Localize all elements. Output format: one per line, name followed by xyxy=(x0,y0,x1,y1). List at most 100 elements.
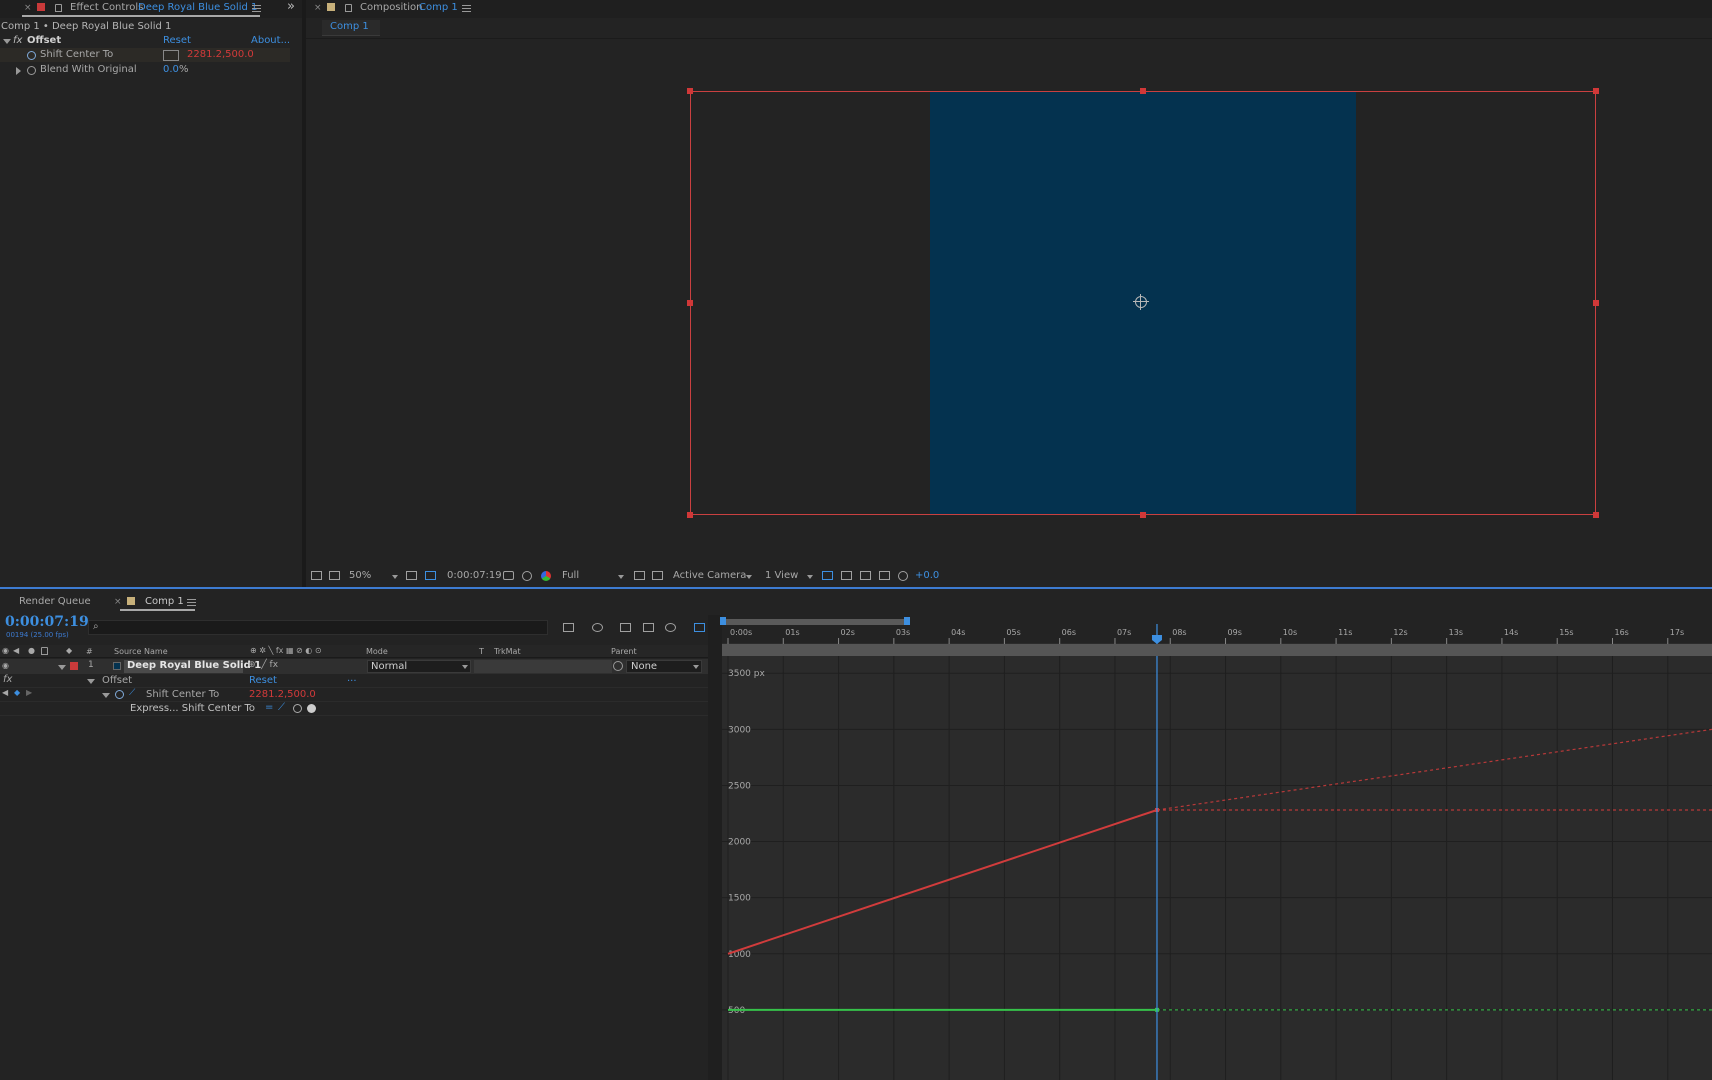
anchor-point-icon[interactable] xyxy=(1133,294,1149,310)
speaker-icon[interactable]: ◀ xyxy=(13,646,19,655)
transform-handle[interactable] xyxy=(1140,512,1146,518)
value-graph[interactable]: 3500 px 3000 2500 2000 1500 1000 500 xyxy=(722,656,1712,1080)
reset-exposure-icon[interactable] xyxy=(898,571,908,581)
always-preview-icon[interactable] xyxy=(311,571,322,580)
close-icon[interactable]: × xyxy=(114,597,122,607)
eye-icon[interactable]: ◉ xyxy=(2,661,9,670)
effect-reset-link[interactable]: Reset xyxy=(163,35,191,46)
transform-handle[interactable] xyxy=(1593,88,1599,94)
column-parent[interactable]: Parent xyxy=(611,647,637,656)
lock-icon[interactable] xyxy=(41,647,48,655)
previous-keyframe-icon[interactable]: ◀ xyxy=(2,688,8,697)
timeline-timecode[interactable]: 0:00:07:19 xyxy=(5,614,89,630)
column-source-name[interactable]: Source Name xyxy=(114,647,168,656)
transform-handle[interactable] xyxy=(687,88,693,94)
chevron-down-icon[interactable] xyxy=(102,693,110,698)
layer-switch-icons[interactable]: ⊕ ╱ fx xyxy=(248,660,278,670)
zoom-dropdown[interactable]: 50% xyxy=(349,570,371,581)
lock-icon[interactable] xyxy=(345,4,352,12)
close-icon[interactable]: × xyxy=(24,3,32,13)
chevron-down-icon[interactable] xyxy=(746,575,752,579)
viewer-timecode[interactable]: 0:00:07:19 xyxy=(447,570,502,581)
chevron-down-icon[interactable] xyxy=(3,39,11,44)
color-channels-icon[interactable] xyxy=(541,571,551,581)
eye-icon[interactable]: ◉ xyxy=(2,646,9,655)
effect-controls-tab-layer[interactable]: Deep Royal Blue Solid 1 xyxy=(138,2,257,13)
layer-search-input[interactable]: ⌕ xyxy=(88,620,548,635)
stopwatch-icon[interactable] xyxy=(27,66,36,75)
column-mode[interactable]: Mode xyxy=(366,647,388,656)
toggle-pixel-aspect-icon[interactable] xyxy=(822,571,833,580)
expression-language-menu-icon[interactable] xyxy=(307,704,316,713)
keyframe-icon[interactable]: ◆ xyxy=(14,688,20,697)
close-icon[interactable]: × xyxy=(314,3,322,13)
tab-comp-1[interactable]: Comp 1 xyxy=(145,596,184,607)
comp-mini-flowchart-icon[interactable] xyxy=(563,623,574,632)
pickwhip-icon[interactable] xyxy=(293,704,302,713)
fit-frame-icon[interactable] xyxy=(406,571,417,580)
timeline-icon[interactable] xyxy=(860,571,871,580)
transform-handle[interactable] xyxy=(687,300,693,306)
camera-snapshot-icon[interactable] xyxy=(503,571,514,580)
expression-graph-icon[interactable]: ⟋ xyxy=(278,702,285,713)
panel-divider[interactable] xyxy=(302,0,306,587)
composition-tab-comp[interactable]: Comp 1 xyxy=(419,2,458,13)
graph-editor-icon[interactable] xyxy=(694,623,705,632)
composition-tab-title[interactable]: Composition xyxy=(360,2,422,13)
fast-previews-icon[interactable] xyxy=(841,571,852,580)
stopwatch-icon[interactable] xyxy=(115,690,124,699)
blend-value[interactable]: 0.0 xyxy=(163,64,179,75)
transform-handle[interactable] xyxy=(1140,88,1146,94)
double-chevron-right-icon[interactable]: » xyxy=(287,0,295,14)
fx-icon[interactable]: fx xyxy=(3,674,12,685)
draft-3d-icon[interactable] xyxy=(592,623,603,632)
solo-icon[interactable]: ● xyxy=(28,646,35,655)
show-snapshot-icon[interactable] xyxy=(522,571,532,581)
effect-reset-link[interactable]: Reset xyxy=(249,675,277,686)
chevron-down-icon[interactable] xyxy=(618,575,624,579)
timeline-divider[interactable] xyxy=(708,615,722,1080)
trkmat-dropdown[interactable] xyxy=(474,660,612,673)
transparency-grid-icon[interactable] xyxy=(425,571,436,580)
motion-blur-icon[interactable] xyxy=(665,623,676,632)
comp-viewer-tab[interactable]: Comp 1 xyxy=(322,20,380,36)
layer-duration-bar[interactable] xyxy=(722,644,1712,656)
shift-center-value[interactable]: 2281.2,500.0 xyxy=(187,49,254,60)
resolution-dropdown[interactable]: Full xyxy=(562,570,579,581)
fx-icon[interactable]: fx xyxy=(13,35,22,46)
tab-render-queue[interactable]: Render Queue xyxy=(19,596,91,607)
effect-about-link[interactable]: About... xyxy=(251,35,290,46)
view-layout-dropdown[interactable]: 1 View xyxy=(765,570,798,581)
effect-more-link[interactable]: ... xyxy=(347,673,357,684)
chevron-down-icon[interactable] xyxy=(87,679,95,684)
chevron-down-icon[interactable] xyxy=(807,575,813,579)
camera-dropdown[interactable]: Active Camera xyxy=(673,570,746,581)
mode-dropdown[interactable]: Normal xyxy=(367,660,471,673)
exposure-value[interactable]: +0.0 xyxy=(915,570,939,581)
crosshair-target-icon[interactable] xyxy=(163,50,179,61)
next-keyframe-icon[interactable]: ▶ xyxy=(26,688,32,697)
toggle-transparency-icon[interactable] xyxy=(652,571,663,580)
parent-dropdown[interactable]: None xyxy=(626,660,702,673)
stopwatch-icon[interactable] xyxy=(27,51,36,60)
layer-label-color[interactable] xyxy=(70,662,78,670)
expression-enable-icon[interactable]: = xyxy=(265,702,273,713)
expression-row[interactable] xyxy=(0,702,708,716)
lock-icon[interactable] xyxy=(55,4,62,12)
transform-handle[interactable] xyxy=(687,512,693,518)
chevron-down-icon[interactable] xyxy=(392,575,398,579)
chevron-down-icon[interactable] xyxy=(58,665,66,670)
flowchart-icon[interactable] xyxy=(879,571,890,580)
property-value[interactable]: 2281.2,500.0 xyxy=(249,689,316,700)
chevron-right-icon[interactable] xyxy=(16,67,21,75)
monitor-icon[interactable] xyxy=(329,571,340,580)
transform-handle[interactable] xyxy=(1593,512,1599,518)
switches-icon[interactable]: ⊕ ✲ ╲ fx ▦ ⊘ ◐ ⊙ xyxy=(250,646,322,655)
label-tag-icon[interactable]: ◆ xyxy=(66,646,72,655)
panel-menu-icon[interactable] xyxy=(462,5,471,12)
column-trkmat[interactable]: TrkMat xyxy=(494,647,521,656)
pickwhip-icon[interactable] xyxy=(613,661,623,671)
panel-menu-icon[interactable] xyxy=(252,5,261,12)
region-of-interest-icon[interactable] xyxy=(634,571,645,580)
effect-controls-tab-title[interactable]: Effect Controls xyxy=(70,2,143,13)
